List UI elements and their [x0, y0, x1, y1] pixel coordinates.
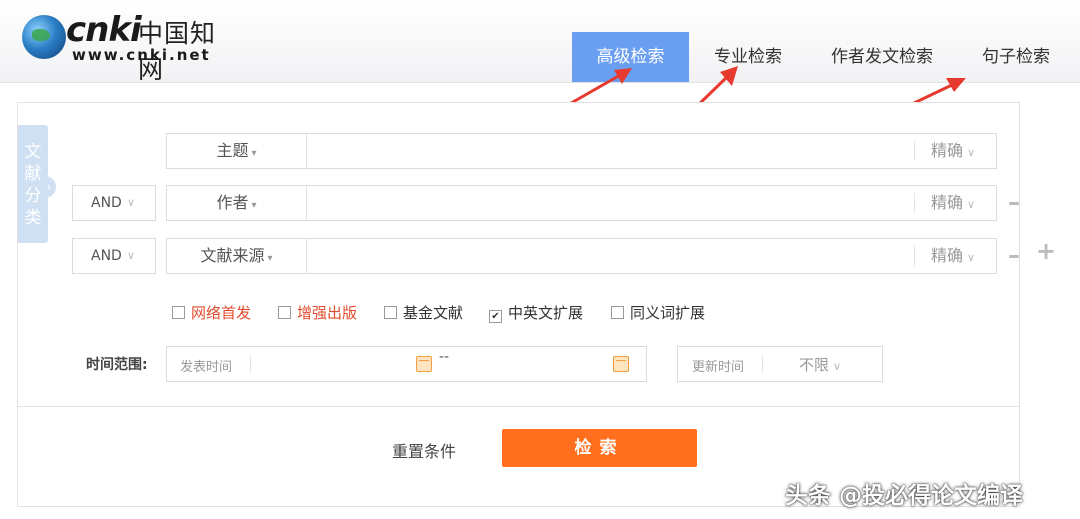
update-time-select[interactable]: 更新时间 不限 ∨ — [677, 346, 883, 382]
search-field-box: 作者 ▾ 精确 ∨ — [166, 185, 997, 221]
calendar-icon[interactable] — [416, 356, 432, 372]
filter-checkboxes: 网络首发 增强出版 基金文献 ✔ 中英文扩展 同义词扩展 — [0, 303, 1080, 323]
checkbox-cn-en-expansion[interactable]: ✔ 中英文扩展 — [489, 303, 583, 323]
panel-divider — [18, 406, 1019, 407]
checkbox-fund-literature[interactable]: 基金文献 — [384, 303, 463, 323]
top-bar: cnki 中国知网 www.cnki.net 高级检索 专业检索 作者发文检索 … — [0, 0, 1080, 84]
watermark-text: 头条 @投必得论文编译 — [785, 483, 1024, 509]
chevron-down-icon: ∨ — [967, 146, 976, 159]
search-field-box: 主题 ▾ 精确 ∨ — [166, 133, 997, 169]
add-row-button[interactable]: + — [1035, 234, 1057, 268]
field-type-select[interactable]: 作者 ▾ — [167, 186, 307, 220]
logo-brand-text: cnki — [66, 10, 142, 50]
tab-advanced-search[interactable]: 高级检索 — [572, 32, 689, 82]
update-time-value-text: 不限 — [799, 356, 830, 374]
divider — [762, 355, 763, 373]
source-search-input[interactable] — [307, 240, 917, 274]
match-mode-label: 精确 — [931, 246, 964, 265]
checkbox-label: 中英文扩展 — [508, 304, 584, 322]
dropdown-triangle-icon: ▾ — [267, 253, 273, 264]
match-mode-label: 精确 — [931, 141, 964, 160]
chevron-down-icon: ∨ — [967, 251, 976, 264]
globe-logo-icon — [22, 15, 66, 59]
remove-row-button[interactable]: – — [1003, 238, 1025, 272]
tab-author-search[interactable]: 作者发文检索 — [815, 32, 949, 82]
checkbox-label: 增强出版 — [297, 304, 358, 322]
field-type-select[interactable]: 主题 ▾ — [167, 134, 307, 168]
checkbox-icon[interactable] — [384, 306, 397, 319]
match-mode-label: 精确 — [931, 193, 964, 212]
search-button[interactable]: 检索 — [502, 429, 697, 467]
update-time-value[interactable]: 不限 ∨ — [799, 354, 841, 375]
calendar-icon[interactable] — [613, 356, 629, 372]
reset-conditions-button[interactable]: 重置条件 — [392, 438, 456, 462]
checkbox-checked-icon[interactable]: ✔ — [489, 310, 502, 323]
match-mode-select[interactable]: 精确 ∨ — [914, 141, 996, 161]
checkbox-label: 网络首发 — [191, 304, 252, 322]
cnki-logo[interactable]: cnki 中国知网 www.cnki.net — [20, 8, 235, 84]
update-time-label: 更新时间 — [692, 360, 745, 375]
chevron-down-icon: ∨ — [127, 196, 136, 209]
topic-search-input[interactable] — [307, 135, 917, 169]
checkbox-label: 同义词扩展 — [630, 304, 706, 322]
logo-url: www.cnki.net — [72, 46, 211, 64]
checkbox-icon[interactable] — [278, 306, 291, 319]
dropdown-triangle-icon: ▾ — [251, 200, 257, 211]
search-row-2: AND ∨ 作者 ▾ 精确 ∨ – — [0, 185, 1080, 221]
logic-operator-select[interactable]: AND ∨ — [72, 238, 156, 274]
chevron-down-icon: ∨ — [127, 249, 136, 262]
divider — [250, 355, 251, 373]
author-search-input[interactable] — [307, 187, 917, 221]
logic-operator-label: AND — [91, 248, 122, 264]
logic-operator-select[interactable]: AND ∨ — [72, 185, 156, 221]
date-range-separator: -- — [439, 349, 450, 365]
checkbox-online-first[interactable]: 网络首发 — [172, 303, 251, 323]
tab-professional-search[interactable]: 专业检索 — [700, 32, 796, 82]
match-mode-select[interactable]: 精确 ∨ — [914, 193, 996, 213]
checkbox-label: 基金文献 — [403, 304, 464, 322]
checkbox-synonym-expansion[interactable]: 同义词扩展 — [611, 303, 705, 323]
match-mode-select[interactable]: 精确 ∨ — [914, 246, 996, 266]
search-field-box: 文献来源 ▾ 精确 ∨ — [166, 238, 997, 274]
chevron-down-icon: ∨ — [833, 360, 842, 373]
chevron-down-icon: ∨ — [967, 198, 976, 211]
publish-date-placeholder: 发表时间 — [180, 360, 233, 375]
checkbox-icon[interactable] — [172, 306, 185, 319]
checkbox-icon[interactable] — [611, 306, 624, 319]
field-type-label: 作者 — [216, 193, 249, 212]
field-type-label: 主题 — [216, 141, 249, 160]
tab-sentence-search[interactable]: 句子检索 — [968, 32, 1064, 82]
search-row-1: 主题 ▾ 精确 ∨ — [0, 133, 1080, 169]
checkbox-enhanced-publishing[interactable]: 增强出版 — [278, 303, 357, 323]
field-type-label: 文献来源 — [200, 246, 265, 265]
publish-date-range[interactable]: 发表时间 -- — [166, 346, 647, 382]
logic-operator-label: AND — [91, 195, 122, 211]
time-range-label: 时间范围: — [86, 357, 148, 373]
remove-row-button[interactable]: – — [1003, 185, 1025, 219]
field-type-select[interactable]: 文献来源 ▾ — [167, 239, 307, 273]
dropdown-triangle-icon: ▾ — [251, 148, 257, 159]
search-row-3: AND ∨ 文献来源 ▾ 精确 ∨ – + — [0, 237, 1080, 274]
